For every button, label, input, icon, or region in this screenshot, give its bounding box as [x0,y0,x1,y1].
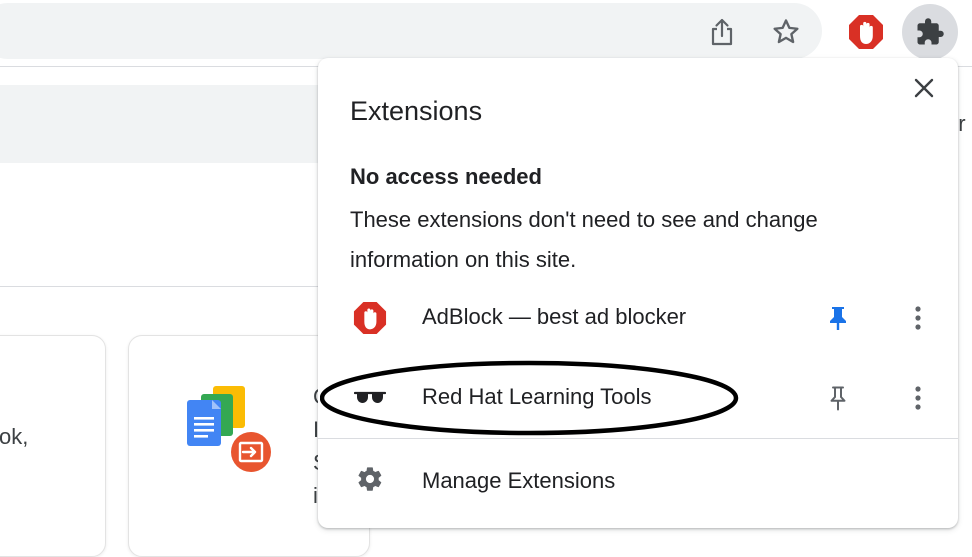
pin-button-adblock[interactable] [822,302,854,334]
adblock-hand-icon [849,15,883,49]
extension-icon-adblock [352,300,388,336]
card-left-text: ok, [0,424,29,449]
pin-button-red-hat[interactable] [822,382,854,414]
extension-name: Red Hat Learning Tools [422,384,652,409]
more-vert-icon [915,306,921,330]
search-box-background [0,85,340,163]
content-card-left[interactable]: ok, [0,335,106,557]
close-icon [914,78,934,98]
more-options-button-red-hat[interactable] [902,382,934,414]
star-icon [773,19,799,44]
section-heading: No access needed [350,164,542,189]
extensions-menu-button[interactable] [902,4,958,60]
pin-filled-icon [830,307,846,330]
adblock-toolbar-button[interactable] [846,12,886,52]
google-docs-slides-icon [187,386,273,474]
bookmark-button[interactable] [766,12,806,52]
manage-icon-wrapper [352,461,388,497]
extensions-popup: Extensions No access needed These extens… [318,58,958,528]
popup-title: Extensions [350,96,483,126]
page-divider [0,286,340,287]
share-icon [711,18,733,46]
pin-outline-icon [830,386,846,411]
gear-icon [358,467,382,491]
puzzle-piece-icon [917,18,944,45]
sunglasses-icon [354,391,386,403]
extension-name: AdBlock — best ad blocker [422,304,687,329]
manage-extensions-label: Manage Extensions [422,468,616,493]
adblock-hand-icon [353,301,387,335]
manage-extensions-row[interactable]: Manage Extensions [318,439,958,519]
more-options-button-adblock[interactable] [902,302,934,334]
close-button[interactable] [908,72,940,104]
extension-row-red-hat-learning-tools[interactable]: Red Hat Learning Tools [318,358,958,438]
section-description: These extensions don't need to see and c… [350,207,818,272]
browser-toolbar [0,0,972,66]
address-bar[interactable] [0,3,822,59]
more-vert-icon [915,386,921,410]
extension-icon-red-hat [352,380,388,416]
share-button[interactable] [702,12,742,52]
extension-row-adblock[interactable]: AdBlock — best ad blocker [318,278,958,358]
